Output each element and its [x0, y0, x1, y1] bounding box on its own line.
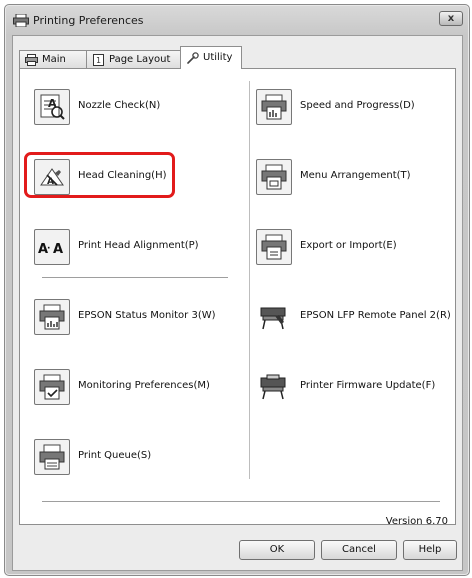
utility-panel: A Nozzle Check(N) A Head Cleaning(H) A ·… — [19, 68, 456, 525]
printer-icon — [13, 14, 29, 27]
menu-arrangement-button[interactable]: Menu Arrangement(T) — [256, 159, 456, 195]
close-button[interactable]: x — [439, 11, 463, 26]
icon-frame — [256, 299, 292, 335]
icon-frame — [34, 299, 70, 335]
dialog-client-area: Main 1 Page Layout Utility A Nozzle Chec… — [12, 35, 463, 571]
printing-preferences-window: Printing Preferences x Main 1 Page Layou… — [4, 4, 470, 576]
speed-progress-button[interactable]: Speed and Progress(D) — [256, 89, 456, 125]
help-button[interactable]: Help — [403, 540, 457, 560]
item-label: Printer Firmware Update(F) — [300, 380, 436, 391]
item-label: Print Queue(S) — [78, 450, 152, 461]
left-divider — [42, 277, 228, 278]
icon-frame — [256, 159, 292, 195]
print-queue-icon — [39, 444, 65, 470]
head-cleaning-highlight — [24, 152, 175, 198]
icon-frame — [34, 369, 70, 405]
wrench-icon — [187, 52, 199, 64]
item-label: Export or Import(E) — [300, 240, 397, 251]
tab-label: Utility — [203, 52, 233, 63]
firmware-update-icon — [260, 374, 286, 400]
export-import-button[interactable]: Export or Import(E) — [256, 229, 456, 265]
icon-frame: A · A — [34, 229, 70, 265]
tab-label: Page Layout — [109, 54, 171, 65]
window-title: Printing Preferences — [33, 14, 144, 27]
icon-frame — [34, 439, 70, 475]
icon-frame: A — [34, 89, 70, 125]
bottom-divider — [42, 501, 440, 502]
page-layout-icon: 1 — [93, 54, 104, 66]
monitoring-preferences-icon — [39, 374, 65, 400]
item-label: Speed and Progress(D) — [300, 100, 415, 111]
export-import-icon — [261, 234, 287, 260]
monitoring-preferences-button[interactable]: Monitoring Preferences(M) — [34, 369, 234, 405]
item-label: EPSON LFP Remote Panel 2(R) — [300, 310, 451, 321]
item-label: Monitoring Preferences(M) — [78, 380, 210, 391]
nozzle-check-button[interactable]: A Nozzle Check(N) — [34, 89, 234, 125]
remote-panel-icon — [260, 307, 286, 330]
item-label: Print Head Alignment(P) — [78, 240, 199, 251]
item-label: Menu Arrangement(T) — [300, 170, 411, 181]
tab-main[interactable]: Main — [19, 50, 87, 68]
print-head-alignment-button[interactable]: A · A Print Head Alignment(P) — [34, 229, 234, 265]
status-monitor-button[interactable]: EPSON Status Monitor 3(W) — [34, 299, 234, 335]
printer-icon — [25, 54, 38, 66]
svg-text:A: A — [53, 242, 63, 257]
menu-arrangement-icon — [261, 164, 287, 190]
speed-progress-icon — [261, 94, 287, 120]
nozzle-check-icon: A — [40, 94, 65, 120]
title-bar: Printing Preferences x — [5, 5, 469, 37]
firmware-update-button[interactable]: Printer Firmware Update(F) — [256, 369, 456, 405]
column-divider — [249, 81, 250, 479]
item-label: EPSON Status Monitor 3(W) — [78, 310, 216, 321]
cancel-button[interactable]: Cancel — [321, 540, 397, 560]
version-label: Version 6.70 — [385, 516, 448, 527]
icon-frame — [256, 89, 292, 125]
tab-utility[interactable]: Utility — [180, 46, 242, 69]
head-alignment-icon: A · A — [38, 242, 63, 257]
svg-text:1: 1 — [96, 56, 101, 65]
svg-text:·: · — [47, 244, 50, 254]
status-monitor-icon — [39, 304, 65, 330]
icon-frame — [256, 229, 292, 265]
ok-button[interactable]: OK — [239, 540, 315, 560]
remote-panel-button[interactable]: EPSON LFP Remote Panel 2(R) — [256, 299, 456, 335]
item-label: Nozzle Check(N) — [78, 100, 161, 111]
svg-text:A: A — [48, 97, 57, 110]
tab-page-layout[interactable]: 1 Page Layout — [86, 50, 181, 68]
tab-label: Main — [42, 54, 66, 65]
print-queue-button[interactable]: Print Queue(S) — [34, 439, 234, 475]
icon-frame — [256, 369, 292, 405]
